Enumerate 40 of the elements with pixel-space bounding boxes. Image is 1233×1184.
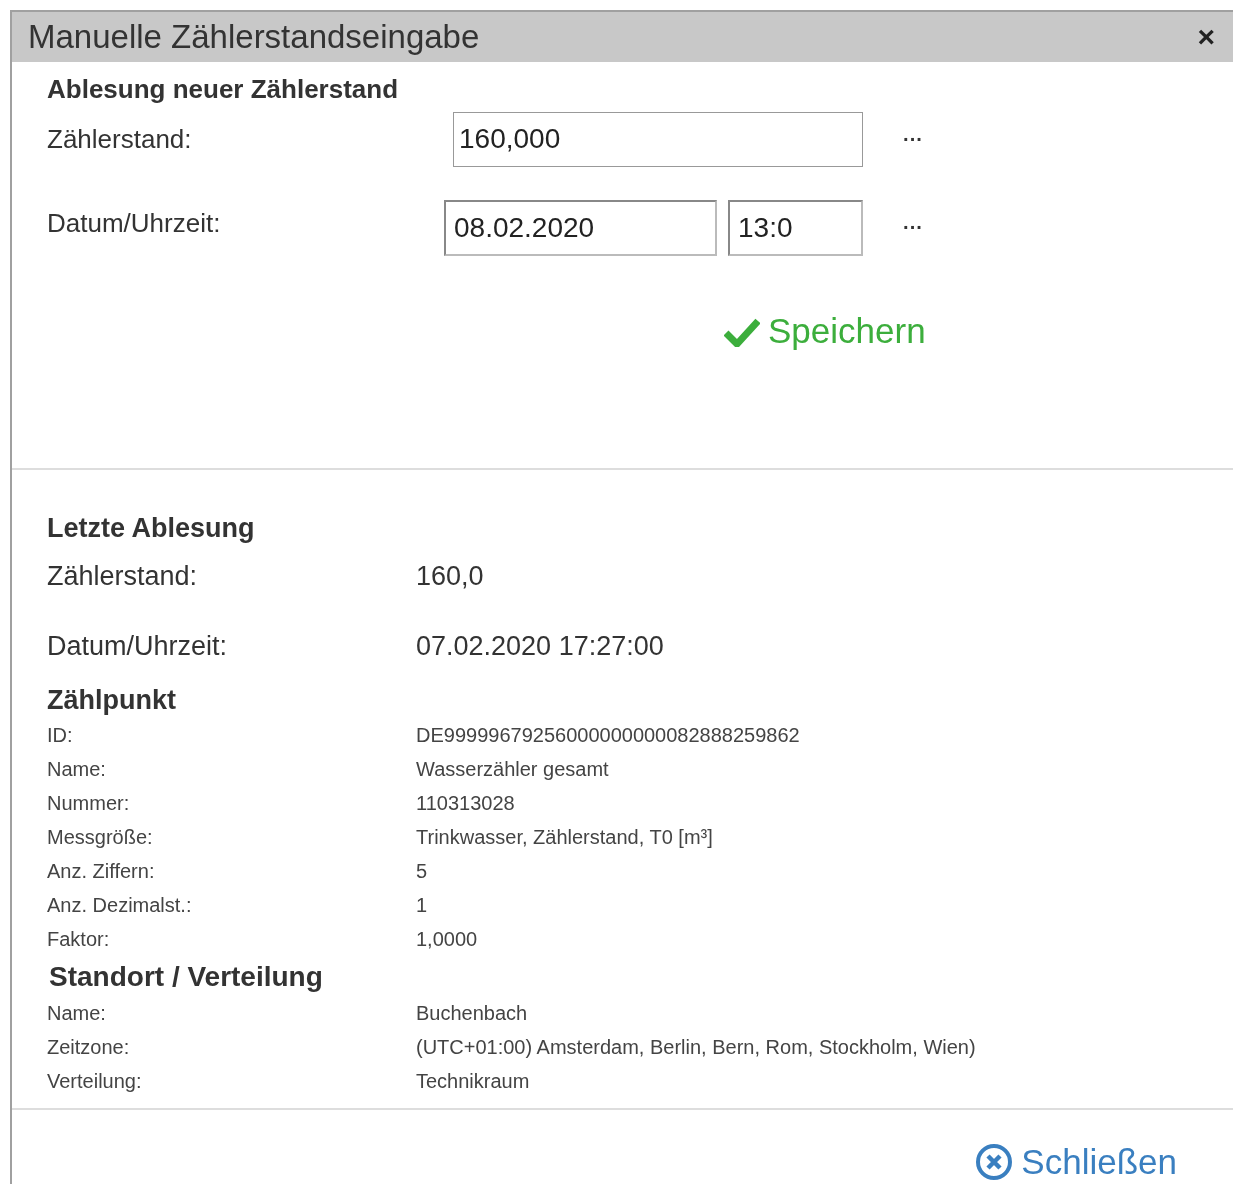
section-heading: Standort / Verteilung <box>48 959 324 994</box>
detail-label: Verteilung: <box>47 1068 143 1094</box>
date-field[interactable]: 08.02.2020 <box>444 199 717 256</box>
field-label: Zählerstand: <box>47 559 199 593</box>
detail-value: Buchenbach <box>416 1000 528 1026</box>
field-value: 07.02.2020 17:27:00 <box>416 629 664 663</box>
more-button[interactable]: ··· <box>903 123 923 154</box>
detail-label: Anz. Dezimalst.: <box>47 892 193 918</box>
detail-value: (UTC+01:00) Amsterdam, Berlin, Bern, Rom, Stockholm, Wien) <box>416 1034 976 1060</box>
field-label: Zählerstand: <box>47 122 193 156</box>
checkmark-icon <box>724 316 760 347</box>
detail-label: Nummer: <box>47 790 131 816</box>
section-heading: Zählpunkt <box>47 683 177 717</box>
detail-value: Trinkwasser, Zählerstand, T0 [m³] <box>416 824 713 850</box>
meter-reading-field[interactable]: 160,000 <box>453 111 863 167</box>
detail-label: Zeitzone: <box>47 1034 131 1060</box>
field-label: Datum/Uhrzeit: <box>47 629 229 663</box>
detail-label: Anz. Ziffern: <box>47 858 156 884</box>
detail-value: 1 <box>416 892 428 918</box>
detail-value: 5 <box>416 858 428 884</box>
detail-value: 1,0000 <box>416 926 478 952</box>
detail-value: Technikraum <box>416 1068 530 1094</box>
detail-value: 110313028 <box>416 790 515 816</box>
close-circle-icon <box>975 1142 1014 1181</box>
detail-label: Faktor: <box>47 926 111 952</box>
section-heading: Letzte Ablesung <box>47 511 256 545</box>
detail-label: Name: <box>47 1000 107 1026</box>
section-heading: Ablesung neuer Zählerstand <box>47 72 400 106</box>
close-dialog-button[interactable]: Schließen <box>975 1135 1177 1184</box>
detail-label: Messgröße: <box>47 824 154 850</box>
detail-label: Name: <box>47 756 107 782</box>
detail-value: DE99999679256000000000082888259862 <box>416 722 800 748</box>
detail-label: ID: <box>47 722 74 748</box>
field-value: 160,0 <box>416 559 484 593</box>
detail-value: Wasserzähler gesamt <box>416 756 609 782</box>
time-field[interactable]: 13:0 <box>728 199 863 256</box>
close-button[interactable]: × <box>1197 14 1215 60</box>
window-title: Manuelle Zählerstandseingabe <box>28 17 480 57</box>
more-button[interactable]: ··· <box>903 211 923 242</box>
field-label: Datum/Uhrzeit: <box>47 206 222 240</box>
